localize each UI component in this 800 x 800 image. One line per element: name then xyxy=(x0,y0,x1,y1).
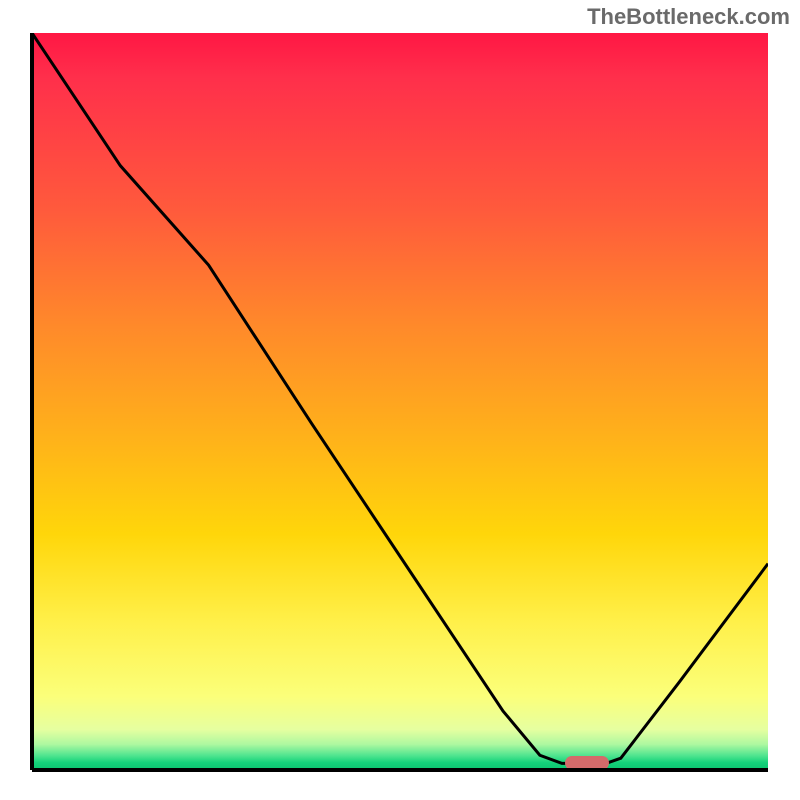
chart-container: TheBottleneck.com xyxy=(0,0,800,800)
plot-background-gradient xyxy=(32,33,768,770)
optimal-marker xyxy=(565,756,609,770)
watermark-text: TheBottleneck.com xyxy=(587,4,790,30)
plot-area xyxy=(32,33,768,770)
